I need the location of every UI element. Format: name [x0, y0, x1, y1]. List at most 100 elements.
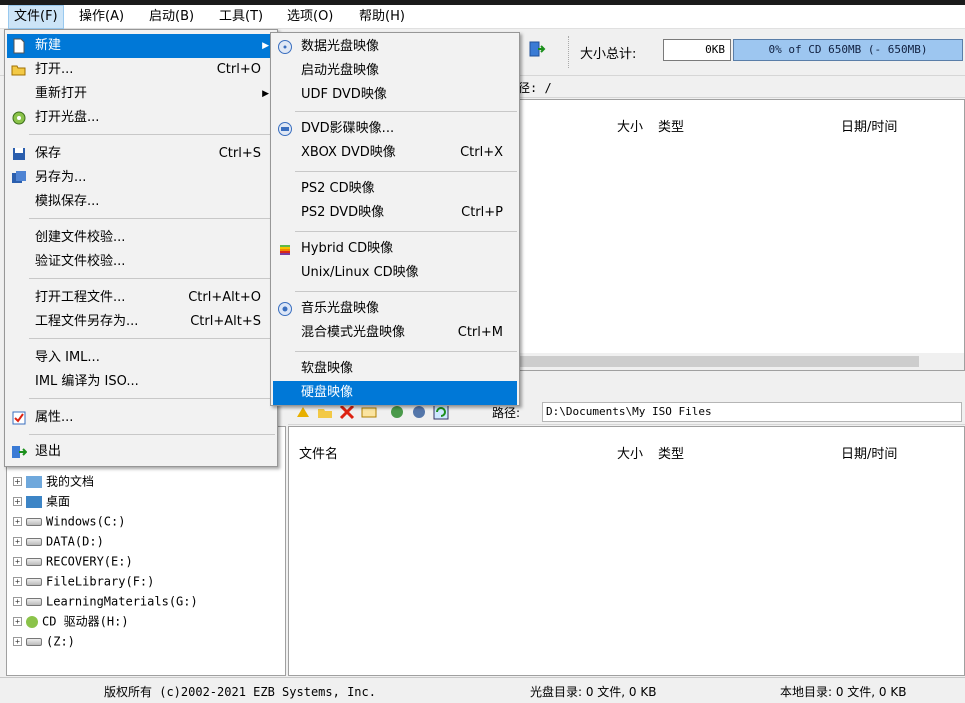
menu-item-unix-linux-cd-image[interactable]: Unix/Linux CD映像: [273, 261, 517, 285]
menu-item-floppy-image[interactable]: 软盘映像: [273, 357, 517, 381]
menu-options[interactable]: 选项(O): [282, 5, 338, 29]
menu-item-open[interactable]: 打开... Ctrl+O: [7, 58, 275, 82]
menu-item-import-iml[interactable]: 导入 IML...: [7, 346, 275, 370]
menu-separator: [29, 218, 275, 219]
image-path-label: 径: /: [518, 81, 552, 95]
tree-item-drive-f[interactable]: + FileLibrary(F:): [13, 571, 154, 591]
menu-item-boot-disc-image[interactable]: 启动光盘映像: [273, 59, 517, 83]
menu-item-save-as[interactable]: 另存为...: [7, 166, 275, 190]
scrollbar-thumb[interactable]: [519, 356, 919, 367]
toolbar-grip[interactable]: [568, 36, 571, 68]
expand-icon[interactable]: +: [13, 537, 22, 546]
menu-item-save-project-as[interactable]: 工程文件另存为... Ctrl+Alt+S: [7, 310, 275, 334]
tree-item-drive-g[interactable]: + LearningMaterials(G:): [13, 591, 198, 611]
tree-item-documents[interactable]: + 我的文档: [13, 471, 94, 491]
save-as-icon: [12, 171, 26, 183]
menu-item-xbox-dvd-image[interactable]: XBOX DVD映像 Ctrl+X: [273, 141, 517, 165]
menu-item-audio-disc-image[interactable]: 音乐光盘映像: [273, 297, 517, 321]
col-date-header[interactable]: 日期/时间: [841, 443, 897, 462]
menu-item-simulate-save[interactable]: 模拟保存...: [7, 190, 275, 214]
col-size-header[interactable]: 大小: [617, 116, 643, 135]
col-date-header[interactable]: 日期/时间: [841, 116, 897, 135]
save-icon: [13, 148, 25, 160]
menu-item-verify-checksum[interactable]: 验证文件校验...: [7, 250, 275, 274]
expand-icon[interactable]: +: [13, 517, 22, 526]
menu-item-open-project[interactable]: 打开工程文件... Ctrl+Alt+O: [7, 286, 275, 310]
menu-separator: [29, 278, 275, 279]
menu-item-save[interactable]: 保存 Ctrl+S: [7, 142, 275, 166]
menu-item-ps2-cd-image[interactable]: PS2 CD映像: [273, 177, 517, 201]
drive-icon: [26, 517, 42, 526]
menu-item-mixed-mode-image[interactable]: 混合模式光盘映像 Ctrl+M: [273, 321, 517, 345]
exit-icon: [12, 446, 27, 458]
size-total-label: 大小总计:: [580, 47, 637, 62]
open-folder-icon: [11, 65, 26, 76]
status-copyright: 版权所有 (c)2002-2021 EZB Systems, Inc.: [104, 685, 376, 699]
tree-item-drive-c[interactable]: + Windows(C:): [13, 511, 125, 531]
documents-icon: [26, 475, 42, 488]
expand-icon[interactable]: +: [13, 597, 22, 606]
col-size-header[interactable]: 大小: [617, 443, 643, 462]
submenu-arrow-icon: ▶: [262, 41, 269, 51]
menu-item-reopen[interactable]: 重新打开 ▶: [7, 82, 275, 106]
menu-item-ps2-dvd-image[interactable]: PS2 DVD映像 Ctrl+P: [273, 201, 517, 225]
drive-icon: [26, 637, 42, 646]
desktop-icon: [26, 495, 42, 508]
drive-icon: [26, 577, 42, 586]
tree-item-drive-d[interactable]: + DATA(D:): [13, 531, 104, 551]
dvd-video-icon: [278, 122, 292, 136]
expand-icon[interactable]: +: [13, 577, 22, 586]
drive-icon: [26, 597, 42, 606]
tree-item-drive-h[interactable]: + CD 驱动器(H:): [13, 611, 129, 631]
expand-icon[interactable]: +: [13, 617, 22, 626]
menu-help[interactable]: 帮助(H): [354, 5, 410, 29]
apple-icon: [280, 245, 290, 255]
size-total-value: 0KB: [663, 39, 731, 61]
tree-item-drive-z[interactable]: + (Z:): [13, 631, 75, 651]
status-bar: 版权所有 (c)2002-2021 EZB Systems, Inc. 光盘目录…: [0, 677, 965, 703]
menu-item-new[interactable]: 新建 ▶: [7, 34, 275, 58]
expand-icon[interactable]: +: [13, 637, 22, 646]
menu-tools[interactable]: 工具(T): [214, 5, 268, 29]
menu-item-hybrid-cd-image[interactable]: Hybrid CD映像: [273, 237, 517, 261]
new-file-icon: [13, 38, 25, 54]
menu-bootable[interactable]: 启动(B): [144, 5, 199, 29]
menu-item-udf-dvd-image[interactable]: UDF DVD映像: [273, 83, 517, 107]
menu-separator: [295, 231, 517, 232]
menu-file[interactable]: 文件(F): [8, 5, 64, 29]
properties-icon: [12, 411, 26, 425]
menu-separator: [295, 111, 517, 112]
expand-icon[interactable]: +: [13, 557, 22, 566]
menu-item-create-checksum[interactable]: 创建文件校验...: [7, 226, 275, 250]
drive-icon: [26, 557, 42, 566]
tree-item-desktop[interactable]: + 桌面: [13, 491, 70, 511]
menu-separator: [29, 398, 275, 399]
col-type-header[interactable]: 类型: [658, 443, 684, 462]
local-file-list[interactable]: 文件名 大小 类型 日期/时间: [288, 426, 965, 676]
menu-item-open-disc[interactable]: 打开光盘...: [7, 106, 275, 130]
menu-item-exit[interactable]: 退出: [7, 440, 275, 464]
menu-item-iml-to-iso[interactable]: IML 编译为 ISO...: [7, 370, 275, 394]
menu-item-dvd-video-image[interactable]: DVD影碟映像...: [273, 117, 517, 141]
menu-separator: [29, 134, 275, 135]
cd-drive-icon: [26, 615, 38, 628]
file-menu: 新建 ▶ 打开... Ctrl+O 重新打开 ▶ 打开光盘... 保存 Ctrl…: [4, 29, 278, 467]
menu-separator: [295, 351, 517, 352]
expand-icon[interactable]: +: [13, 477, 22, 486]
menu-item-properties[interactable]: 属性...: [7, 406, 275, 430]
exit-toolbar-icon[interactable]: [528, 40, 546, 58]
menu-separator: [295, 291, 517, 292]
menu-item-hard-disk-image[interactable]: 硬盘映像: [273, 381, 517, 405]
col-type-header[interactable]: 类型: [658, 116, 684, 135]
status-disc-dir: 光盘目录: 0 文件, 0 KB: [530, 685, 657, 699]
cd-capacity-selector[interactable]: 0% of CD 650MB (- 650MB): [733, 39, 963, 61]
tree-item-drive-e[interactable]: + RECOVERY(E:): [13, 551, 133, 571]
col-name-header[interactable]: 文件名: [299, 443, 338, 462]
local-path-field[interactable]: D:\Documents\My ISO Files: [542, 402, 962, 422]
open-disc-icon: [12, 111, 26, 125]
menu-separator: [29, 338, 275, 339]
expand-icon[interactable]: +: [13, 497, 22, 506]
menu-item-data-disc-image[interactable]: 数据光盘映像: [273, 35, 517, 59]
new-submenu: 数据光盘映像 启动光盘映像 UDF DVD映像 DVD影碟映像... XBOX …: [270, 32, 520, 406]
menu-actions[interactable]: 操作(A): [74, 5, 129, 29]
